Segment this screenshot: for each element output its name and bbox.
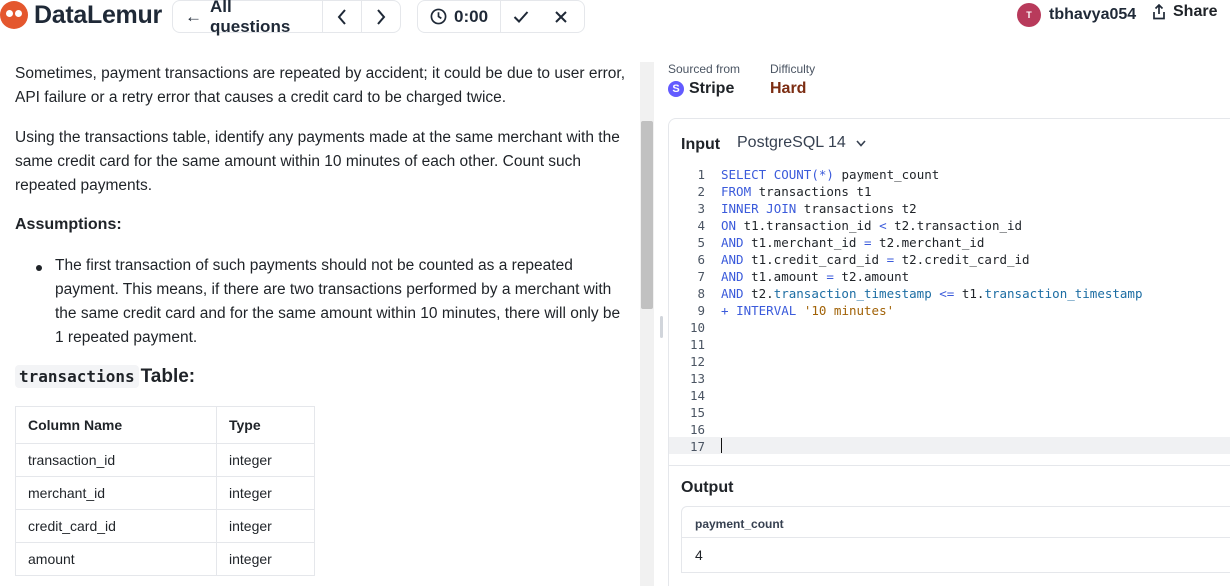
- logo[interactable]: DataLemur: [0, 0, 162, 30]
- schema-table: Column Name Type transaction_id integer …: [15, 406, 315, 576]
- output-table: payment_count 4: [681, 506, 1230, 573]
- active-line-highlight: [669, 437, 1230, 454]
- company-name: Stripe: [689, 80, 735, 97]
- code-line: AND t1.credit_card_id = t2.credit_card_i…: [721, 252, 1030, 267]
- check-icon: [513, 10, 529, 23]
- code-line: AND t1.amount = t2.amount: [721, 269, 910, 284]
- timer-group: 0:00: [417, 0, 585, 33]
- share-button[interactable]: Share: [1152, 3, 1217, 21]
- assumptions-heading: Assumptions:: [15, 216, 122, 233]
- question-paragraph-2: Using the transactions table, identify a…: [15, 129, 620, 194]
- close-icon: [555, 10, 567, 23]
- table-header-row: Column Name Type: [15, 406, 315, 444]
- next-question-button[interactable]: [362, 1, 400, 32]
- line-number: 2: [697, 184, 705, 199]
- question-nav: ← All questions: [172, 0, 401, 36]
- top-bar: DataLemur ← All questions 0:00 T tbhavya…: [0, 0, 1230, 36]
- code-line: INNER JOIN transactions t2: [721, 201, 917, 216]
- table-name-code: transactions: [15, 365, 139, 388]
- line-number: 13: [689, 371, 705, 386]
- line-number: 15: [689, 405, 705, 420]
- line-number: 10: [689, 320, 705, 335]
- scrollbar-thumb[interactable]: [641, 121, 653, 309]
- line-number: 8: [697, 286, 705, 301]
- user-menu[interactable]: T tbhavya054: [1017, 3, 1136, 27]
- table-cell: integer: [216, 542, 315, 576]
- difficulty-label: Difficulty: [770, 62, 816, 76]
- timer-value: 0:00: [454, 6, 489, 26]
- reset-button[interactable]: [541, 1, 581, 32]
- sourced-from-label: Sourced from: [668, 62, 741, 76]
- table-cell: integer: [216, 509, 315, 543]
- output-panel: Output payment_count 4: [668, 466, 1230, 586]
- all-questions-button[interactable]: ← All questions: [173, 0, 322, 36]
- code-line: AND t2.transaction_timestamp <= t1.trans…: [721, 286, 1143, 301]
- line-number: 17: [689, 439, 705, 454]
- table-row: credit_card_id integer: [15, 509, 315, 543]
- line-number: 5: [697, 235, 705, 250]
- resize-handle[interactable]: [660, 316, 663, 338]
- input-panel: Input PostgreSQL 14 1 2 3 4 5 6 7 8 9 10…: [668, 118, 1230, 466]
- table-cell: credit_card_id: [15, 509, 217, 543]
- column-header: Column Name: [15, 406, 217, 444]
- mark-complete-button[interactable]: [501, 1, 541, 32]
- table-row: transaction_id integer: [15, 443, 315, 477]
- language-select[interactable]: PostgreSQL 14: [737, 134, 866, 152]
- line-number: 9: [697, 303, 705, 318]
- clock-icon: [430, 8, 447, 25]
- chevron-left-icon: [337, 8, 346, 25]
- code-line: + INTERVAL '10 minutes': [721, 303, 895, 318]
- output-label: Output: [681, 479, 734, 496]
- table-cell: integer: [216, 443, 315, 477]
- avatar: T: [1017, 3, 1041, 27]
- brand-name: DataLemur: [34, 0, 162, 29]
- code-line: FROM transactions t1: [721, 184, 872, 199]
- table-cell: merchant_id: [15, 476, 217, 510]
- share-icon: [1153, 4, 1165, 20]
- line-number: 11: [689, 337, 705, 352]
- table-heading: transactions Table:: [15, 365, 195, 388]
- line-number: 7: [697, 269, 705, 284]
- text-cursor: [721, 438, 722, 453]
- line-number: 1: [697, 167, 705, 182]
- line-number: 4: [697, 218, 705, 233]
- bullet-dot: [36, 265, 42, 271]
- code-line: ON t1.transaction_id < t2.transaction_id: [721, 218, 1023, 233]
- line-number: 3: [697, 201, 705, 216]
- column-header: Type: [216, 406, 315, 444]
- line-number: 12: [689, 354, 705, 369]
- code-line: SELECT COUNT(*) payment_count: [721, 167, 940, 182]
- stripe-icon: S: [668, 81, 684, 97]
- arrow-left-icon: ←: [185, 6, 202, 26]
- output-column-header: payment_count: [682, 507, 1230, 538]
- table-row: merchant_id integer: [15, 476, 315, 510]
- all-questions-label: All questions: [210, 0, 291, 36]
- table-heading-suffix: Table:: [140, 365, 196, 387]
- assumption-item: The first transaction of such payments s…: [55, 257, 621, 346]
- timer-button[interactable]: 0:00: [418, 1, 500, 32]
- username: tbhavya054: [1049, 6, 1137, 23]
- code-editor[interactable]: 1 2 3 4 5 6 7 8 9 10 11 12 13 14 15 16 1…: [669, 165, 1230, 465]
- question-panel: Sometimes, payment transactions are repe…: [0, 50, 640, 586]
- line-number: 6: [697, 252, 705, 267]
- company-link[interactable]: S Stripe: [668, 80, 734, 98]
- question-paragraph-1: Sometimes, payment transactions are repe…: [15, 65, 625, 106]
- line-number: 16: [689, 422, 705, 437]
- previous-question-button[interactable]: [323, 1, 361, 32]
- difficulty-value: Hard: [770, 80, 807, 97]
- line-number: 14: [689, 388, 705, 403]
- table-row: amount integer: [15, 542, 315, 576]
- output-cell: 4: [695, 547, 703, 563]
- language-value: PostgreSQL 14: [737, 134, 846, 151]
- input-label: Input: [681, 136, 721, 153]
- table-cell: transaction_id: [15, 443, 217, 477]
- chevron-down-icon: [856, 139, 866, 147]
- table-cell: amount: [15, 542, 217, 576]
- share-label: Share: [1173, 3, 1218, 20]
- code-line: AND t1.merchant_id = t2.merchant_id: [721, 235, 985, 250]
- table-cell: integer: [216, 476, 315, 510]
- lemur-logo-icon: [0, 1, 28, 29]
- chevron-right-icon: [377, 8, 386, 25]
